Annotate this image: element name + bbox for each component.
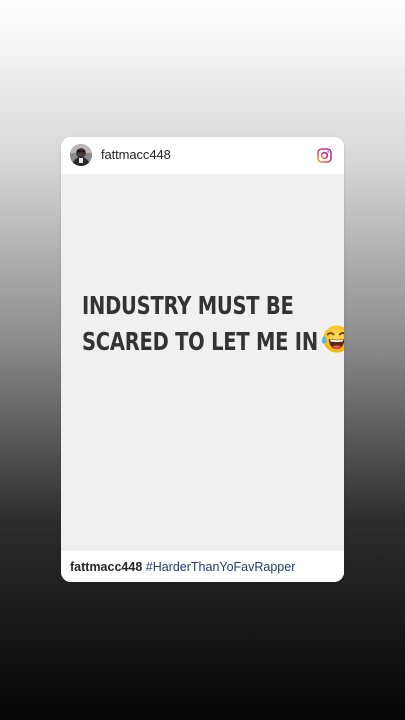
post-footer: fattmacc448 #HarderThanYoFavRapper (61, 551, 344, 582)
story-post-card[interactable]: fattmacc448 INDUSTRY MUST BE SCARED TO L… (61, 137, 344, 582)
laughing-tears-emoji-icon (322, 325, 344, 353)
post-text-line-2: SCARED TO LET ME IN (82, 323, 344, 359)
instagram-icon[interactable] (317, 148, 332, 163)
post-username[interactable]: fattmacc448 (101, 147, 171, 163)
avatar[interactable] (70, 144, 92, 166)
post-content: INDUSTRY MUST BE SCARED TO LET ME IN (61, 174, 344, 551)
caption-hashtag[interactable]: #HarderThanYoFavRapper (146, 560, 296, 574)
post-caption: fattmacc448 #HarderThanYoFavRapper (70, 559, 295, 575)
post-text-line-1: INDUSTRY MUST BE (82, 291, 294, 320)
post-text: INDUSTRY MUST BE SCARED TO LET ME IN (82, 289, 344, 359)
caption-username[interactable]: fattmacc448 (70, 560, 142, 574)
post-text-line-2-words: SCARED TO LET ME IN (82, 327, 318, 356)
avatar-image (70, 144, 92, 166)
post-header: fattmacc448 (61, 137, 344, 174)
